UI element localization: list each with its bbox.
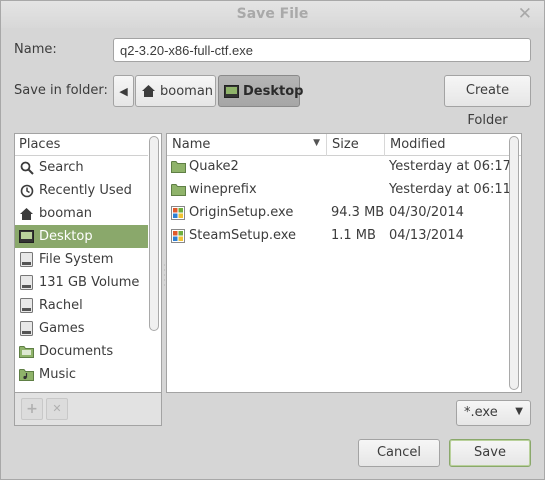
desktop-icon	[224, 84, 239, 98]
file-size: 1.1 MB	[331, 228, 376, 243]
place-music[interactable]: Music	[15, 363, 148, 386]
column-name-header[interactable]: Name ▼	[167, 134, 327, 156]
remove-bookmark-button[interactable]: ✕	[46, 398, 68, 420]
places-header[interactable]: Places	[15, 134, 148, 156]
place-file-system[interactable]: File System	[15, 248, 148, 271]
place-games[interactable]: Games	[15, 317, 148, 340]
save-file-dialog: Save File ✕ Name: Save in folder: ◀ boom…	[0, 0, 545, 480]
desktop-icon	[19, 229, 34, 244]
place-131gb-volume[interactable]: 131 GB Volume	[15, 271, 148, 294]
clock-icon	[19, 183, 34, 198]
drive-icon	[19, 298, 34, 313]
place-rachel[interactable]: Rachel	[15, 294, 148, 317]
exe-icon	[171, 229, 186, 243]
places-toolbar: + ✕	[14, 393, 162, 426]
crumb-label: booman	[160, 83, 214, 99]
cancel-button[interactable]: Cancel	[358, 439, 440, 467]
drive-icon	[19, 252, 34, 267]
file-name: OriginSetup.exe	[189, 205, 294, 220]
column-size-header[interactable]: Size	[327, 134, 385, 156]
file-row[interactable]: OriginSetup.exe 94.3 MB 04/30/2014	[167, 202, 507, 225]
create-folder-button[interactable]: Create Folder	[444, 75, 531, 128]
file-modified: Yesterday at 06:17	[389, 159, 511, 174]
file-list-header: Name ▼ Size Modified	[167, 134, 521, 156]
folder-icon	[171, 183, 186, 197]
add-bookmark-button[interactable]: +	[21, 398, 43, 420]
file-size: 94.3 MB	[331, 205, 385, 220]
places-panel: Places Search Recently Used booman Deskt…	[14, 133, 162, 393]
place-label: Recently Used	[39, 183, 132, 198]
home-icon	[142, 85, 155, 97]
drive-icon	[19, 275, 34, 290]
column-label: Name	[172, 137, 211, 152]
place-booman[interactable]: booman	[15, 202, 148, 225]
chevron-down-icon: ▼	[515, 406, 523, 417]
place-label: Games	[39, 321, 85, 336]
place-label: Music	[39, 367, 76, 382]
place-label: Rachel	[39, 298, 83, 313]
place-label: Documents	[39, 344, 114, 359]
title-bar: Save File ✕	[1, 1, 544, 28]
column-label: Size	[332, 137, 359, 152]
file-modified: Yesterday at 06:11	[389, 182, 511, 197]
place-recently-used[interactable]: Recently Used	[15, 179, 148, 202]
save-button[interactable]: Save	[449, 439, 531, 467]
music-folder-icon	[19, 367, 34, 382]
filter-value: *.exe	[464, 405, 498, 420]
folder-icon	[171, 160, 186, 174]
drive-icon	[19, 321, 34, 336]
file-modified: 04/13/2014	[389, 228, 464, 243]
search-icon	[19, 160, 34, 175]
close-icon[interactable]: ✕	[518, 4, 532, 24]
place-label: booman	[39, 206, 93, 221]
file-name: Quake2	[189, 159, 239, 174]
file-list-scrollbar[interactable]	[509, 136, 519, 390]
arrow-left-icon: ◀	[119, 84, 128, 98]
column-label: Modified	[390, 137, 446, 152]
plus-icon: +	[26, 401, 38, 417]
crumb-label: Desktop	[243, 83, 304, 99]
file-name: wineprefix	[189, 182, 257, 197]
folder-icon	[19, 344, 34, 359]
exe-icon	[171, 206, 186, 220]
place-documents[interactable]: Documents	[15, 340, 148, 363]
path-crumb-booman[interactable]: booman	[135, 75, 216, 107]
name-label: Name:	[14, 42, 57, 57]
file-row[interactable]: Quake2 Yesterday at 06:17	[167, 156, 511, 179]
path-crumb-desktop[interactable]: Desktop	[218, 75, 304, 107]
path-back-button[interactable]: ◀	[113, 75, 134, 107]
filename-input[interactable]	[113, 38, 531, 62]
file-name: SteamSetup.exe	[189, 228, 297, 243]
place-label: Desktop	[39, 229, 93, 244]
file-list: Name ▼ Size Modified Quake2 Yesterday at…	[166, 133, 522, 393]
file-type-filter[interactable]: *.exe ▼	[456, 400, 531, 426]
column-modified-header[interactable]: Modified	[385, 134, 507, 156]
place-desktop[interactable]: Desktop	[15, 225, 148, 248]
place-label: 131 GB Volume	[39, 275, 140, 290]
remove-icon: ✕	[52, 402, 62, 415]
dialog-title: Save File	[236, 6, 309, 22]
sort-down-icon: ▼	[313, 138, 320, 148]
save-in-label: Save in folder:	[14, 83, 108, 98]
home-icon	[19, 206, 34, 221]
file-modified: 04/30/2014	[389, 205, 464, 220]
file-row[interactable]: SteamSetup.exe 1.1 MB 04/13/2014	[167, 225, 507, 248]
place-label: File System	[39, 252, 114, 267]
place-search[interactable]: Search	[15, 156, 148, 179]
file-row[interactable]: wineprefix Yesterday at 06:11	[167, 179, 511, 202]
places-scrollbar[interactable]	[149, 136, 159, 331]
place-label: Search	[39, 160, 84, 175]
